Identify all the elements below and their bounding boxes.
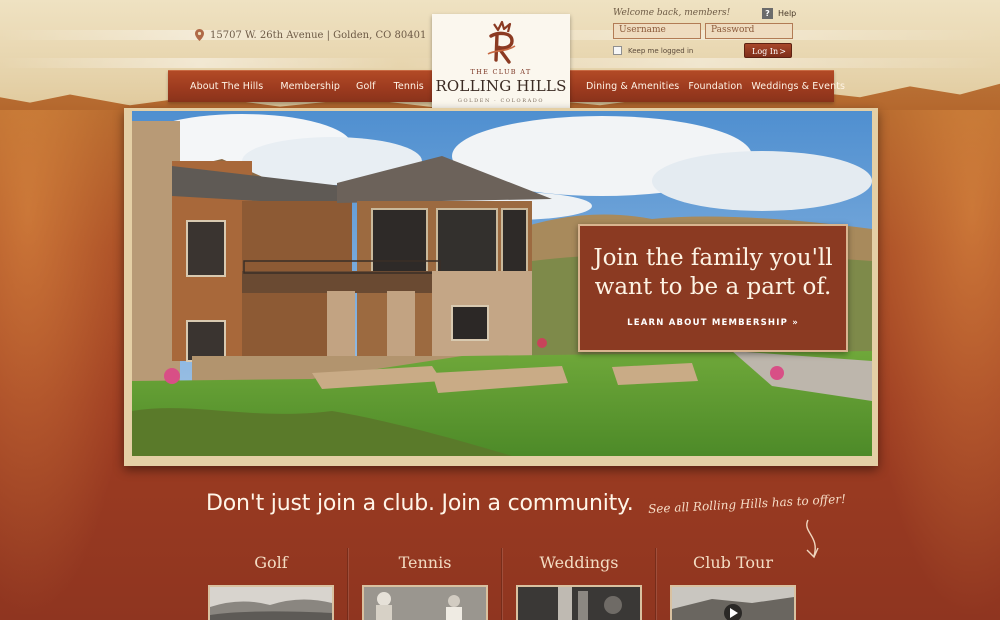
learn-membership-link[interactable]: LEARN ABOUT MEMBERSHIP » xyxy=(580,318,846,328)
logo-club-at: THE CLUB AT xyxy=(470,68,532,76)
nav-membership[interactable]: Membership xyxy=(280,81,340,92)
club-logo[interactable]: THE CLUB AT ROLLING HILLS GOLDEN · COLOR… xyxy=(432,14,570,111)
feature-divider xyxy=(347,548,348,620)
help-label[interactable]: Help xyxy=(778,9,796,18)
logo-location: GOLDEN · COLORADO xyxy=(457,98,545,104)
feature-club-tour[interactable]: Club Tour xyxy=(670,553,796,620)
password-field[interactable]: Password xyxy=(705,23,793,39)
username-field[interactable]: Username xyxy=(613,23,701,39)
feature-divider xyxy=(655,548,656,620)
nav-weddings-events[interactable]: Weddings & Events xyxy=(751,81,845,92)
keep-logged-in[interactable]: Keep me logged in xyxy=(613,46,693,55)
membership-callout: Join the family you'll want to be a part… xyxy=(578,224,848,352)
feature-golf-title[interactable]: Golf xyxy=(208,553,334,572)
callout-title: Join the family you'll want to be a part… xyxy=(593,245,833,300)
club-tour-video xyxy=(672,587,794,620)
club-tour-thumbnail[interactable] xyxy=(670,585,796,620)
golf-thumbnail[interactable] xyxy=(208,585,334,620)
tennis-photo xyxy=(364,587,486,620)
feature-golf[interactable]: Golf xyxy=(208,553,334,620)
feature-club-tour-title[interactable]: Club Tour xyxy=(670,553,796,572)
main-nav-right: Dining & Amenities Foundation Weddings &… xyxy=(570,70,845,102)
help-icon[interactable]: ? xyxy=(762,8,773,19)
background-glow-right xyxy=(860,110,1000,620)
weddings-photo xyxy=(518,587,640,620)
login-arrow-icon[interactable]: > xyxy=(779,44,786,59)
login-button-label[interactable]: Log In xyxy=(752,47,778,56)
nav-dining-amenities[interactable]: Dining & Amenities xyxy=(586,81,679,92)
keep-logged-in-checkbox[interactable] xyxy=(613,46,622,55)
feature-tennis[interactable]: Tennis xyxy=(362,553,488,620)
community-tagline: Don't just join a club. Join a community… xyxy=(206,491,634,516)
club-address: 15707 W. 26th Avenue | Golden, CO 80401 xyxy=(195,29,426,41)
address-text: 15707 W. 26th Avenue | Golden, CO 80401 xyxy=(210,29,427,41)
feature-weddings-title[interactable]: Weddings xyxy=(516,553,642,572)
location-pin-icon xyxy=(195,29,204,41)
golf-photo xyxy=(210,587,332,620)
background-glow-left xyxy=(0,110,140,620)
welcome-message: Welcome back, members! xyxy=(613,8,731,18)
logo-mark-icon[interactable] xyxy=(482,20,520,66)
weddings-thumbnail[interactable] xyxy=(516,585,642,620)
feature-weddings[interactable]: Weddings xyxy=(516,553,642,620)
nav-foundation[interactable]: Foundation xyxy=(688,81,742,92)
nav-tennis[interactable]: Tennis xyxy=(394,81,424,92)
keep-logged-in-label: Keep me logged in xyxy=(628,46,694,55)
feature-tennis-title[interactable]: Tennis xyxy=(362,553,488,572)
logo-name: ROLLING HILLS xyxy=(435,77,567,95)
tennis-thumbnail[interactable] xyxy=(362,585,488,620)
login-button[interactable]: Log In > xyxy=(744,43,792,58)
main-nav-left: About The Hills Membership Golf Tennis xyxy=(168,70,433,102)
nav-golf[interactable]: Golf xyxy=(356,81,376,92)
curved-arrow-icon xyxy=(806,519,819,559)
see-all-note: See all Rolling Hills has to offer! xyxy=(647,491,847,517)
nav-about-the-hills[interactable]: About The Hills xyxy=(190,81,263,92)
feature-divider xyxy=(501,548,502,620)
help-link[interactable]: ? Help xyxy=(762,8,796,19)
